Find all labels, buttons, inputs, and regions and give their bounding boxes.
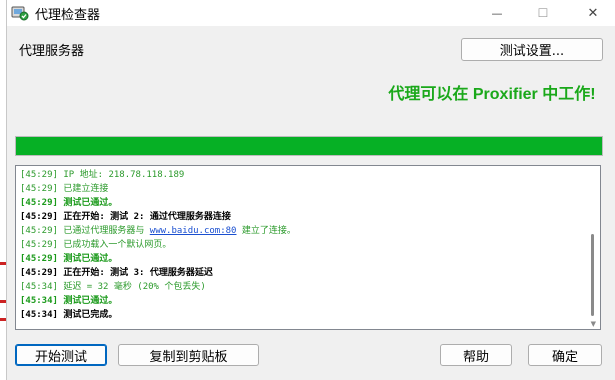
proxy-checker-dialog: 代理检查器 — ☐ ✕ 代理服务器 测试设置... 代理可以在 Proxifie… — [6, 0, 615, 380]
scroll-down-arrow-icon[interactable]: ▼ — [591, 320, 596, 328]
maximize-icon: ☐ — [537, 6, 549, 20]
log-output[interactable]: [45:29] IP 地址: 218.78.118.189 [45:29] 已建立… — [15, 165, 601, 330]
close-icon: ✕ — [587, 5, 599, 21]
log-line: [45:34] 延迟 = 32 毫秒 (20% 个包丢失) — [20, 282, 206, 292]
status-message: 代理可以在 Proxifier 中工作! — [388, 86, 596, 103]
minimize-icon: — — [491, 6, 503, 20]
log-line: [45:29] IP 地址: 218.78.118.189 — [20, 170, 185, 180]
log-link[interactable]: www.baidu.com:80 — [150, 226, 237, 236]
log-line: [45:34] 测试已完成。 — [20, 310, 118, 320]
log-lines: [45:29] IP 地址: 218.78.118.189 [45:29] 已建立… — [20, 168, 580, 322]
window-title: 代理检查器 — [35, 8, 101, 23]
close-button[interactable]: ✕ — [570, 0, 615, 26]
scrollbar-thumb[interactable] — [591, 234, 594, 316]
maximize-button[interactable]: ☐ — [520, 0, 566, 26]
ok-button[interactable]: 确定 — [528, 344, 602, 366]
log-line: [45:29] 正在开始: 测试 2: 通过代理服务器连接 — [20, 212, 231, 222]
log-line: [45:29] 已通过代理服务器与 www.baidu.com:80 建立了连接… — [20, 226, 296, 236]
log-line: [45:29] 已建立连接 — [20, 184, 109, 194]
log-scrollbar[interactable] — [588, 168, 598, 327]
title-bar[interactable]: 代理检查器 — ☐ ✕ — [7, 0, 615, 26]
log-line: [45:34] 测试已通过。 — [20, 296, 118, 306]
log-line: [45:29] 已成功载入一个默认网页。 — [20, 240, 172, 250]
proxy-server-label: 代理服务器 — [19, 44, 85, 59]
test-settings-button[interactable]: 测试设置... — [461, 38, 603, 61]
start-test-button[interactable]: 开始测试 — [15, 344, 107, 366]
minimize-button[interactable]: — — [474, 0, 520, 26]
log-line: [45:29] 测试已通过。 — [20, 254, 118, 264]
proxy-checker-icon — [11, 4, 29, 22]
progress-fill — [16, 137, 602, 155]
help-button[interactable]: 帮助 — [440, 344, 512, 366]
log-line: [45:29] 测试已通过。 — [20, 198, 118, 208]
log-line: [45:29] 正在开始: 测试 3: 代理服务器延迟 — [20, 268, 213, 278]
copy-to-clipboard-button[interactable]: 复制到剪贴板 — [118, 344, 259, 366]
progress-bar — [15, 136, 603, 156]
